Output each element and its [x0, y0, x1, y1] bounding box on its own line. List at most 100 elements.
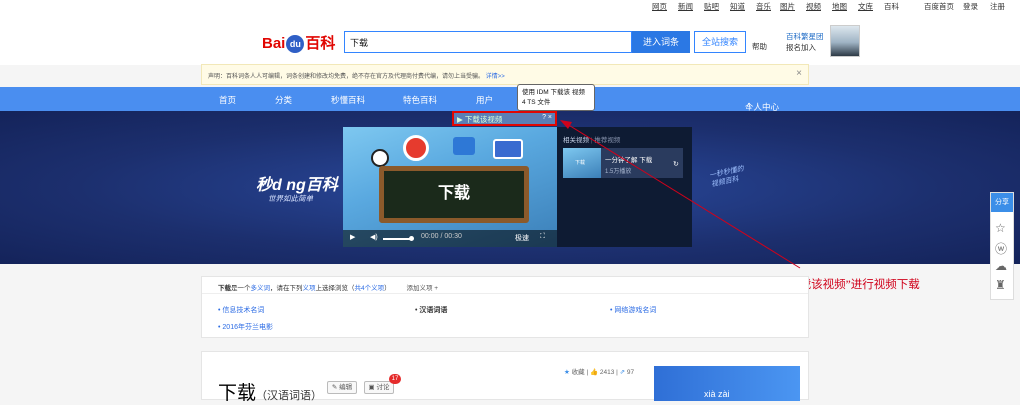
- polysemy-link[interactable]: 多义词: [251, 285, 271, 292]
- download-bar-controls[interactable]: ? ×: [542, 114, 552, 121]
- nav-item-category[interactable]: 分类: [275, 94, 292, 106]
- polysemy-text-3: 上选择浏览（: [315, 285, 355, 292]
- close-icon[interactable]: ×: [796, 68, 802, 79]
- share-label: 分享: [991, 193, 1013, 212]
- nav-item-home[interactable]: 首页: [219, 94, 236, 106]
- related-tabs: 相关视频 | 推荐视频: [563, 134, 620, 144]
- share-sidebar: 分享 ☆ ⓦ ☁ ♜: [990, 192, 1014, 300]
- ball-illustration: [371, 149, 389, 167]
- notice-details-link[interactable]: 详情>>: [486, 74, 505, 80]
- topnav-link-map[interactable]: 地图: [832, 1, 847, 12]
- sense-link-game[interactable]: • 网络游戏名词: [610, 305, 656, 315]
- tooltip-line2: 4 TS 文件: [522, 99, 551, 106]
- volume-icon[interactable]: ◀): [370, 233, 378, 241]
- nav-item-miaodong[interactable]: 秒懂百科: [331, 94, 365, 106]
- nav-item-featured[interactable]: 特色百科: [403, 94, 437, 106]
- thumbs-up-icon[interactable]: 👍: [590, 369, 598, 376]
- topnav-link-baike[interactable]: 百科: [884, 1, 899, 12]
- main-nav: 首页 分类 秒懂百科 特色百科 用户 ♙ 个人中心: [0, 87, 1020, 112]
- star-team-join: 报名加入: [786, 43, 816, 52]
- edit-button[interactable]: ✎ 编辑: [327, 381, 357, 394]
- search-input[interactable]: [344, 31, 632, 53]
- sense-count-link[interactable]: 共4个义项: [355, 285, 385, 292]
- lemma-stats: ★ 收藏 | 👍 2413 | ⇗ 97: [564, 369, 635, 376]
- paw-icon: du: [286, 35, 305, 54]
- tab-recommended-videos[interactable]: 推荐视频: [594, 137, 620, 144]
- logo-text-baike: 百科: [305, 35, 336, 52]
- logo-text-bai: Bai: [262, 35, 286, 52]
- share-count: 97: [626, 369, 635, 376]
- topnav-link-images[interactable]: 图片: [780, 1, 795, 12]
- miaodong-logo: 秒d ng百科: [256, 177, 338, 194]
- wechat-icon[interactable]: ☁: [995, 259, 1007, 273]
- refresh-icon[interactable]: ↻: [673, 160, 679, 168]
- polysemy-word: 下载: [218, 285, 231, 292]
- notice-banner: 声明：百科词条人人可编辑，词条创建和修改均免费，绝不存在官方及代理商付费代编，请…: [201, 64, 809, 85]
- polysemy-text: 是一个: [231, 285, 251, 292]
- polysemy-panel: 下载是一个多义词，请在下列义项上选择浏览（共4个义项） 添加义项 + • 信息技…: [201, 276, 809, 338]
- star-team-avatar[interactable]: [830, 25, 860, 57]
- video-time: 00:00 / 00:30: [421, 233, 462, 240]
- topnav-link-login[interactable]: 登录: [963, 1, 978, 12]
- book-illustration: [453, 137, 475, 155]
- help-link[interactable]: 帮助: [752, 41, 767, 52]
- topnav-link-news[interactable]: 新闻: [678, 1, 693, 12]
- sense-link-chinese[interactable]: • 汉语词语: [415, 305, 447, 315]
- weibo-icon[interactable]: ⓦ: [995, 240, 1007, 257]
- device-illustration: [493, 139, 523, 159]
- polysemy-header: 下载是一个多义词，请在下列义项上选择浏览（共4个义项） 添加义项 +: [218, 282, 438, 292]
- bell-icon[interactable]: ♜: [995, 278, 1006, 292]
- sense-link-it[interactable]: • 信息技术名词: [218, 305, 264, 315]
- topnav-link-wenku[interactable]: 文库: [858, 1, 873, 12]
- volume-slider[interactable]: [383, 238, 411, 240]
- polysemy-text-2: ，请在下列: [270, 285, 303, 292]
- like-count: 2413: [599, 369, 615, 376]
- tab-related-videos[interactable]: 相关视频: [563, 137, 589, 144]
- banner-slogan: 世界如此简单: [268, 194, 313, 203]
- star-team-promo[interactable]: 百科繁星团 报名加入: [786, 31, 824, 53]
- topnav-link-tieba[interactable]: 贴吧: [704, 1, 719, 12]
- divider: [202, 293, 808, 294]
- enter-entry-button[interactable]: 进入词条: [632, 31, 690, 53]
- fullscreen-icon[interactable]: ⛶: [540, 233, 545, 241]
- topnav-link-music[interactable]: 音乐: [756, 1, 771, 12]
- discuss-label: 讨论: [376, 384, 390, 391]
- video-player[interactable]: 下载 ▶ ◀) 00:00 / 00:30 极速 ⛶: [343, 127, 557, 247]
- lemma-panel: 下载（汉语词语） ✎ 编辑 ▣ 讨论 17 ★ 收藏 | 👍 2413 | ⇗ …: [201, 351, 809, 404]
- topnav-link-web[interactable]: 网页: [652, 1, 667, 12]
- lemma-subtitle: （汉语词语）: [256, 390, 323, 402]
- topnav-link-register[interactable]: 注册: [990, 1, 1005, 12]
- notice-text: 声明：百科词条人人可编辑，词条创建和修改均免费，绝不存在官方及代理商付费代编，请…: [208, 71, 505, 80]
- pinyin-text: xià zài: [704, 389, 730, 399]
- chalkboard: 下载: [379, 166, 529, 223]
- volume-slider-handle[interactable]: [409, 236, 414, 241]
- share-icon[interactable]: ⇗: [620, 369, 625, 376]
- star-team-title: 百科繁星团: [786, 32, 824, 41]
- discuss-count-badge: 17: [389, 374, 401, 384]
- related-videos-panel: 相关视频 | 推荐视频 下载 一分钟了解 下载 1.5万播放 ↻: [557, 127, 692, 247]
- baike-logo[interactable]: Bai du 百科: [262, 32, 336, 54]
- topnav-link-zhidao[interactable]: 知道: [730, 1, 745, 12]
- clock-illustration: [403, 135, 429, 161]
- quality-button[interactable]: 极速: [515, 233, 529, 243]
- sense-link-film[interactable]: • 2016年芬兰电影: [218, 322, 273, 332]
- idm-download-bar[interactable]: ▶ 下载该视频 ? ×: [452, 111, 557, 126]
- topnav-link-home[interactable]: 百度首页: [924, 1, 954, 12]
- add-sense-button[interactable]: 添加义项 +: [406, 285, 438, 292]
- download-video-label[interactable]: ▶ 下载该视频: [457, 115, 502, 124]
- fulltext-search-button[interactable]: 全站搜索: [694, 31, 746, 53]
- lemma-album-image[interactable]: xià zài: [654, 366, 800, 401]
- thumbnail-label: 下载: [575, 160, 586, 166]
- play-icon[interactable]: ▶: [350, 233, 355, 241]
- collect-label[interactable]: 收藏: [572, 369, 585, 376]
- star-icon[interactable]: ☆: [995, 221, 1006, 235]
- related-video-title: 一分钟了解 下载: [605, 157, 653, 164]
- related-video-item[interactable]: 下载 一分钟了解 下载 1.5万播放 ↻: [563, 148, 683, 178]
- nav-item-user[interactable]: 用户: [476, 94, 493, 106]
- discuss-button[interactable]: ▣ 讨论: [364, 381, 394, 394]
- senses-link[interactable]: 义项: [303, 285, 316, 292]
- topnav-link-video[interactable]: 视频: [806, 1, 821, 12]
- star-icon[interactable]: ★: [564, 369, 570, 376]
- edit-label: 编辑: [339, 384, 353, 391]
- tooltip-line1: 使用 IDM 下载该 视频: [522, 89, 585, 96]
